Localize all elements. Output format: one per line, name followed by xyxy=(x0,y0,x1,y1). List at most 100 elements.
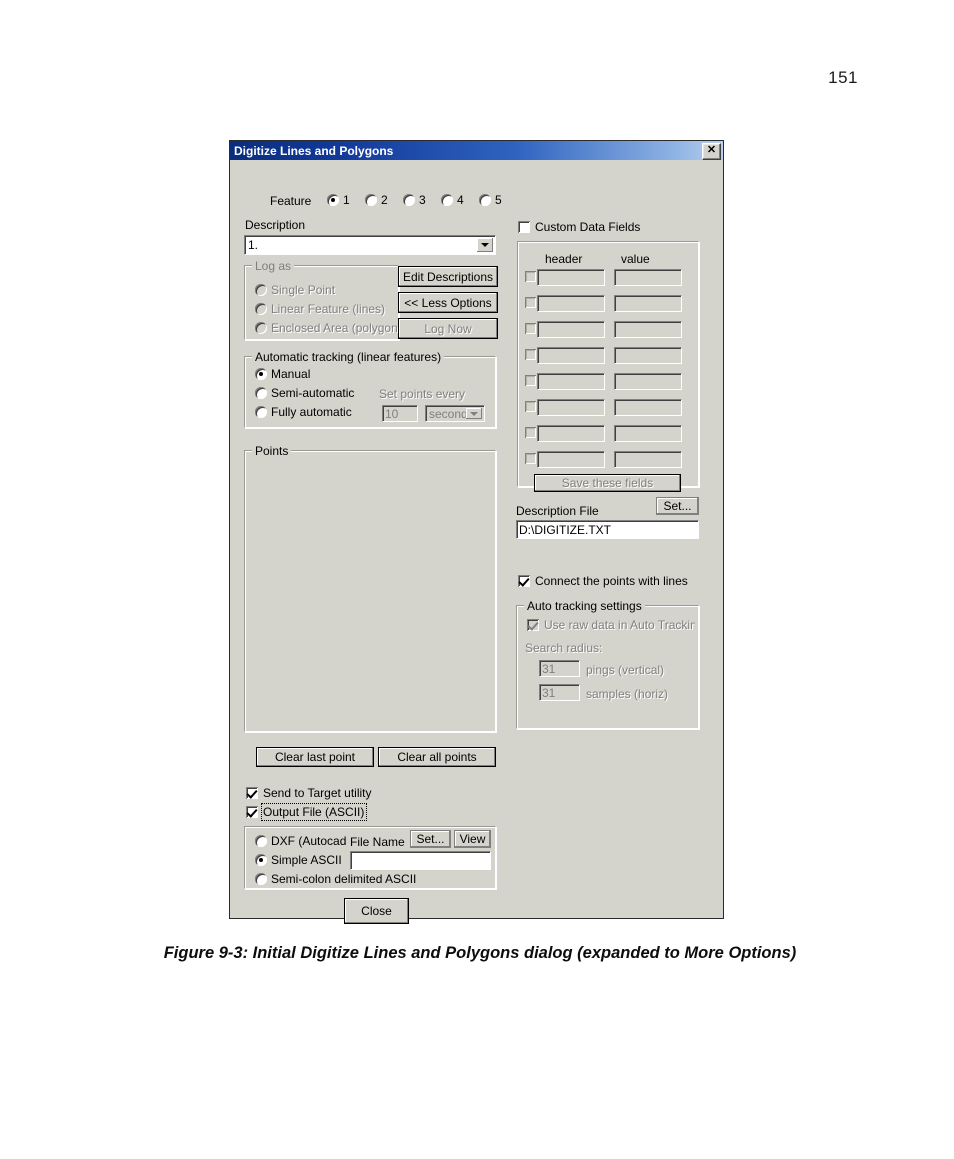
checkbox-icon xyxy=(527,619,539,631)
description-file-set-button[interactable]: Set... xyxy=(656,497,699,515)
cdf-row-1-checkbox[interactable] xyxy=(525,297,536,308)
feature-radio-2[interactable]: 2 xyxy=(365,193,388,207)
cdf-row-5-value-input[interactable] xyxy=(614,399,682,416)
search-radius-horizontal-unit: samples (horiz) xyxy=(586,687,669,701)
description-value: 1. xyxy=(248,238,259,252)
cdf-row-7-header-input[interactable] xyxy=(537,451,605,468)
output-file-checkbox[interactable]: Output File (ASCII) xyxy=(246,803,368,821)
radio-dot-icon xyxy=(255,873,267,885)
figure-caption: Figure 9-3: Initial Digitize Lines and P… xyxy=(163,944,797,962)
output-file-name-input[interactable] xyxy=(350,851,491,870)
less-options-button[interactable]: << Less Options xyxy=(398,292,498,313)
feature-radio-4[interactable]: 4 xyxy=(441,193,464,207)
cdf-row-4-value-input[interactable] xyxy=(614,373,682,390)
cdf-row-4-checkbox[interactable] xyxy=(525,375,536,386)
feature-radio-2-label: 2 xyxy=(381,193,388,207)
tracking-manual-label: Manual xyxy=(271,367,311,381)
log-as-radio-enclosed-area[interactable]: Enclosed Area (polygon) xyxy=(255,321,402,335)
feature-radio-3-label: 3 xyxy=(419,193,426,207)
clear-all-points-button[interactable]: Clear all points xyxy=(378,747,496,767)
log-as-radio-single-point[interactable]: Single Point xyxy=(255,283,335,297)
set-points-interval-input[interactable]: 10 xyxy=(382,405,418,422)
output-file-set-button[interactable]: Set... xyxy=(410,830,451,848)
feature-label: Feature xyxy=(270,194,312,208)
set-points-every-label: Set points every xyxy=(379,387,466,401)
cdf-row-2-checkbox[interactable] xyxy=(525,323,536,334)
cdf-row-7-checkbox[interactable] xyxy=(525,453,536,464)
save-these-fields-button[interactable]: Save these fields xyxy=(534,474,681,492)
chevron-down-icon[interactable] xyxy=(466,408,482,419)
digitize-dialog: Digitize Lines and Polygons ✕ Feature 1 … xyxy=(229,140,724,924)
tracking-fully-automatic-label: Fully automatic xyxy=(271,405,352,419)
cdf-row-6-header-input[interactable] xyxy=(537,425,605,442)
send-to-target-checkbox[interactable]: Send to Target utility xyxy=(246,786,372,800)
feature-radio-3[interactable]: 3 xyxy=(403,193,426,207)
cdf-row-6-value-input[interactable] xyxy=(614,425,682,442)
tracking-radio-fully-automatic[interactable]: Fully automatic xyxy=(255,405,352,419)
set-points-unit-value: second: xyxy=(429,406,472,421)
cdf-row-2-value-input[interactable] xyxy=(614,321,682,338)
checkbox-icon xyxy=(518,221,530,233)
tracking-radio-manual[interactable]: Manual xyxy=(255,367,310,381)
log-as-linear-feature-label: Linear Feature (lines) xyxy=(271,302,386,316)
cdf-row-5-header-input[interactable] xyxy=(537,399,605,416)
use-raw-data-label: Use raw data in Auto Trackinc xyxy=(544,618,695,632)
points-title: Points xyxy=(252,444,292,458)
description-combo[interactable]: 1. xyxy=(244,235,496,255)
cdf-row-0-checkbox[interactable] xyxy=(525,271,536,282)
log-as-single-point-label: Single Point xyxy=(271,283,336,297)
output-format-dxf-label: DXF (Autocad xyxy=(271,834,347,848)
checkbox-icon xyxy=(246,787,258,799)
radio-dot-icon xyxy=(327,194,339,206)
cdf-row-0-header-input[interactable] xyxy=(537,269,605,286)
description-label: Description xyxy=(245,218,306,232)
cdf-row-7-value-input[interactable] xyxy=(614,451,682,468)
chevron-down-icon[interactable] xyxy=(477,238,493,252)
log-as-enclosed-area-label: Enclosed Area (polygon) xyxy=(271,321,402,335)
radio-dot-icon xyxy=(255,406,267,418)
use-raw-data-checkbox[interactable]: Use raw data in Auto Trackinc xyxy=(527,618,695,632)
radio-dot-icon xyxy=(479,194,491,206)
log-as-radio-linear-feature[interactable]: Linear Feature (lines) xyxy=(255,302,385,316)
feature-radio-1[interactable]: 1 xyxy=(327,193,350,207)
radio-dot-icon xyxy=(403,194,415,206)
cdf-row-3-checkbox[interactable] xyxy=(525,349,536,360)
output-format-radio-semicolon-ascii[interactable]: Semi-colon delimited ASCII xyxy=(255,872,416,886)
description-file-label: Description File xyxy=(516,504,599,518)
radio-dot-icon xyxy=(255,854,267,866)
cdf-row-3-header-input[interactable] xyxy=(537,347,605,364)
output-format-radio-dxf[interactable]: DXF (Autocad xyxy=(255,834,346,848)
cdf-row-3-value-input[interactable] xyxy=(614,347,682,364)
search-radius-vertical-input[interactable]: 31 xyxy=(539,660,580,677)
cdf-row-4-header-input[interactable] xyxy=(537,373,605,390)
radio-dot-icon xyxy=(441,194,453,206)
search-radius-label: Search radius: xyxy=(525,641,603,655)
cdf-row-1-header-input[interactable] xyxy=(537,295,605,312)
description-file-input[interactable]: D:\DIGITIZE.TXT xyxy=(516,520,699,539)
feature-radio-5[interactable]: 5 xyxy=(479,193,502,207)
feature-radio-4-label: 4 xyxy=(457,193,464,207)
feature-radio-5-label: 5 xyxy=(495,193,502,207)
output-format-radio-simple-ascii[interactable]: Simple ASCII xyxy=(255,853,342,867)
cdf-row-1-value-input[interactable] xyxy=(614,295,682,312)
automatic-tracking-title: Automatic tracking (linear features) xyxy=(252,350,445,364)
checkbox-icon xyxy=(246,806,258,818)
edit-descriptions-button[interactable]: Edit Descriptions xyxy=(398,266,498,287)
custom-data-fields-checkbox[interactable]: Custom Data Fields xyxy=(518,220,640,234)
connect-points-checkbox[interactable]: Connect the points with lines xyxy=(518,574,688,588)
cdf-row-2-header-input[interactable] xyxy=(537,321,605,338)
close-icon[interactable]: ✕ xyxy=(702,143,721,160)
close-button[interactable]: Close xyxy=(344,898,409,924)
cdf-row-5-checkbox[interactable] xyxy=(525,401,536,412)
cdf-row-6-checkbox[interactable] xyxy=(525,427,536,438)
log-now-button[interactable]: Log Now xyxy=(398,318,498,339)
cdf-row-0-value-input[interactable] xyxy=(614,269,682,286)
search-radius-vertical-unit: pings (vertical) xyxy=(586,663,665,677)
tracking-radio-semi-automatic[interactable]: Semi-automatic xyxy=(255,386,354,400)
search-radius-horizontal-input[interactable]: 31 xyxy=(539,684,580,701)
output-file-view-button[interactable]: View xyxy=(454,830,491,848)
points-group: Points xyxy=(244,444,496,732)
dialog-title: Digitize Lines and Polygons xyxy=(234,143,394,158)
clear-last-point-button[interactable]: Clear last point xyxy=(256,747,374,767)
set-points-unit-combo[interactable]: second: xyxy=(425,405,485,422)
